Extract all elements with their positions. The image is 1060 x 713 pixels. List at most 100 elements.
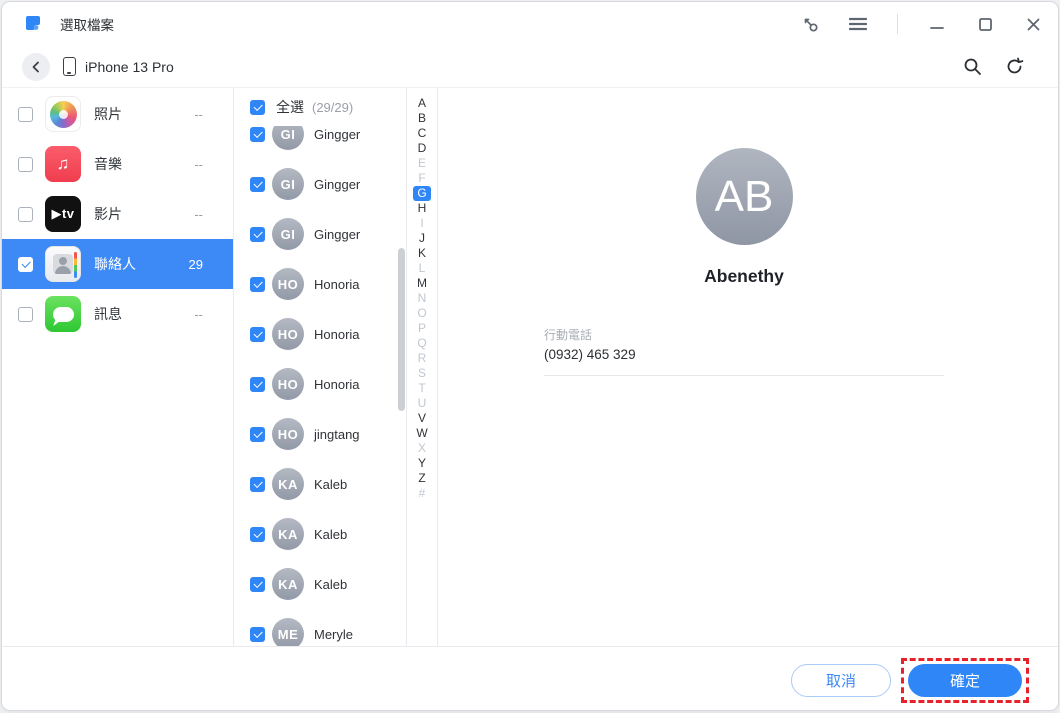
- contact-row[interactable]: KA Kaleb: [234, 509, 406, 559]
- alphabet-letter-R: R: [417, 351, 427, 365]
- alphabet-letter-V[interactable]: V: [413, 411, 431, 426]
- contact-row[interactable]: GI Gingger: [234, 209, 406, 259]
- alphabet-letter-B[interactable]: B: [413, 111, 431, 126]
- contact-avatar-small: KA: [272, 568, 304, 600]
- contact-list-panel: GI Gingger GI Gingger GI Gingger HO Honoria HO Ho…: [234, 88, 407, 646]
- contact-checkbox[interactable]: [250, 626, 265, 642]
- alphabet-letter-C[interactable]: C: [413, 126, 431, 141]
- select-all-checkbox[interactable]: [250, 99, 265, 115]
- contact-row[interactable]: KA Kaleb: [234, 559, 406, 609]
- contact-checkbox[interactable]: [250, 376, 265, 392]
- category-count: --: [194, 156, 203, 172]
- contact-checkbox[interactable]: [250, 576, 265, 592]
- contact-checkbox[interactable]: [250, 476, 265, 492]
- contact-checkbox[interactable]: [250, 426, 265, 442]
- contact-avatar-small: KA: [272, 468, 304, 500]
- titlebar: 選取檔案: [2, 2, 1058, 46]
- contact-checkbox[interactable]: [250, 126, 265, 142]
- search-icon[interactable]: [960, 55, 984, 79]
- contact-checkbox[interactable]: [250, 226, 265, 242]
- sidebar-item-5[interactable]: 訊息 --: [2, 289, 233, 339]
- contact-row[interactable]: HO jingtang: [234, 409, 406, 459]
- alphabet-letter-J[interactable]: J: [413, 231, 431, 246]
- alphabet-letter-Z[interactable]: Z: [413, 471, 431, 486]
- contact-row[interactable]: HO Honoria: [234, 309, 406, 359]
- contact-row[interactable]: ME Meryle: [234, 609, 406, 646]
- minimize-icon[interactable]: [926, 13, 948, 35]
- contact-checkbox[interactable]: [250, 526, 265, 542]
- alphabet-letter-X: X: [417, 441, 426, 455]
- select-all-count: (29/29): [312, 99, 354, 115]
- alphabet-letter-I: I: [420, 216, 424, 230]
- contact-row[interactable]: KA Kaleb: [234, 459, 406, 509]
- select-all-row[interactable]: 全選 (29/29): [234, 88, 406, 126]
- alphabet-letter-F: F: [418, 171, 426, 185]
- contact-name: Abenethy: [704, 266, 784, 286]
- contact-checkbox[interactable]: [250, 176, 265, 192]
- alphabet-letter-K[interactable]: K: [413, 246, 431, 261]
- menu-icon[interactable]: [847, 13, 869, 35]
- back-button[interactable]: [22, 52, 50, 81]
- sidebar-item-1[interactable]: 照片 --: [2, 89, 233, 139]
- alphabet-letter-H[interactable]: H: [413, 201, 431, 216]
- contact-checkbox[interactable]: [250, 326, 265, 342]
- category-checkbox[interactable]: [18, 206, 33, 222]
- category-count: 29: [188, 256, 203, 272]
- phone-value: (0932) 465 329: [544, 347, 636, 362]
- annotation-highlight-box: 確定: [901, 658, 1029, 703]
- alphabet-letter-P: P: [417, 321, 426, 335]
- alphabet-letter-G[interactable]: G: [413, 186, 431, 201]
- contact-row[interactable]: HO Honoria: [234, 359, 406, 409]
- contact-name-label: Honoria: [314, 276, 360, 292]
- category-checkbox[interactable]: [18, 156, 33, 172]
- footer-bar: 取消 確定: [2, 646, 1058, 710]
- alphabet-letter-N: N: [417, 291, 427, 305]
- contact-row[interactable]: GI Gingger: [234, 159, 406, 209]
- category-count: --: [194, 206, 203, 222]
- contact-name-label: Meryle: [314, 626, 354, 642]
- main-area: 照片 -- ♫ 音樂 -- ▶tv 影片 -- 聯絡人 29 訊息 -- GI Gingger GI Gin…: [2, 87, 1058, 646]
- alphabet-letter-O: O: [417, 306, 427, 320]
- app-window: 選取檔案 iPhone 13 Pro 照片 -- ♫ 音樂 -- ▶tv 影片 …: [1, 1, 1059, 711]
- alphabet-letter-L: L: [418, 261, 426, 275]
- contact-detail-header: AB Abenethy: [544, 148, 944, 287]
- alphabet-letter-M[interactable]: M: [413, 276, 431, 291]
- category-label: 照片: [94, 106, 122, 122]
- sidebar-item-3[interactable]: ▶tv 影片 --: [2, 189, 233, 239]
- category-checkbox[interactable]: [18, 256, 33, 272]
- confirm-button[interactable]: 確定: [908, 664, 1022, 697]
- alphabet-letter-A[interactable]: A: [413, 96, 431, 111]
- key-icon[interactable]: [799, 13, 821, 35]
- window-title: 選取檔案: [60, 18, 114, 33]
- alphabet-letter-T: T: [418, 381, 426, 395]
- device-name: iPhone 13 Pro: [85, 58, 174, 75]
- window-controls: [799, 13, 1044, 35]
- category-checkbox[interactable]: [18, 306, 33, 322]
- contact-checkbox[interactable]: [250, 276, 265, 292]
- contact-name-label: Honoria: [314, 326, 360, 342]
- contact-name-label: Gingger: [314, 226, 361, 242]
- sidebar-item-4[interactable]: 聯絡人 29: [2, 239, 233, 289]
- messages-app-icon: [45, 296, 81, 332]
- contact-avatar-small: GI: [272, 218, 304, 250]
- close-icon[interactable]: [1022, 13, 1044, 35]
- alphabet-letter-Y[interactable]: Y: [413, 456, 431, 471]
- contact-name-label: Gingger: [314, 126, 361, 142]
- alphabet-letter-D[interactable]: D: [413, 141, 431, 156]
- contact-name-label: jingtang: [314, 426, 360, 442]
- maximize-icon[interactable]: [974, 13, 996, 35]
- cancel-button[interactable]: 取消: [791, 664, 891, 697]
- contact-row[interactable]: HO Honoria: [234, 259, 406, 309]
- category-label: 聯絡人: [94, 256, 136, 272]
- category-checkbox[interactable]: [18, 106, 33, 122]
- scrollbar-thumb[interactable]: [398, 248, 405, 411]
- photos-app-icon: [45, 96, 81, 132]
- titlebar-divider: [897, 14, 898, 34]
- contact-name-label: Kaleb: [314, 526, 348, 542]
- refresh-icon[interactable]: [1002, 55, 1026, 79]
- phone-field: 行動電話 (0932) 465 329: [544, 326, 944, 376]
- sidebar-item-2[interactable]: ♫ 音樂 --: [2, 139, 233, 189]
- contact-avatar-small: HO: [272, 418, 304, 450]
- contact-avatar-small: HO: [272, 268, 304, 300]
- alphabet-letter-W[interactable]: W: [413, 426, 431, 441]
